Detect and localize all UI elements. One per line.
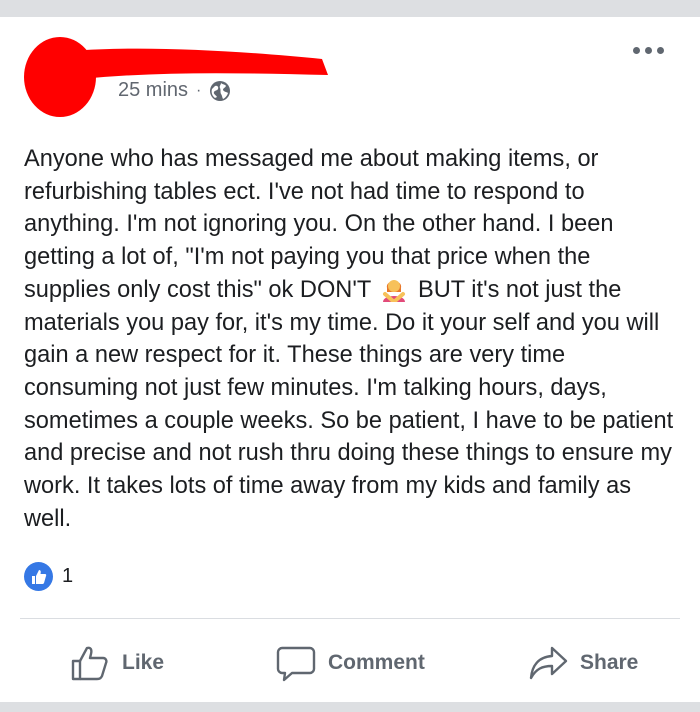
post-card: 25 mins · Anyone who has messaged me abo… [0,17,700,702]
comment-label: Comment [328,651,425,674]
comment-icon [276,646,316,682]
like-button[interactable]: Like [70,635,164,691]
post-meta: 25 mins · [118,79,231,102]
meta-separator: · [196,81,202,99]
reaction-count: 1 [62,565,74,587]
reaction-summary[interactable]: 1 [24,562,73,591]
more-options-button[interactable] [633,47,664,54]
redacted-profile [24,37,328,117]
comment-button[interactable]: Comment [276,635,425,691]
share-icon [529,646,568,680]
divider [20,618,680,619]
more-dot-icon [657,47,664,54]
woman-gesturing-no-emoji-icon [383,279,406,302]
like-reaction-icon [24,562,53,591]
more-dot-icon [645,47,652,54]
post-body: Anyone who has messaged me about making … [24,143,674,535]
more-dot-icon [633,47,640,54]
like-label: Like [122,651,165,674]
share-button[interactable]: Share [528,635,638,691]
post-text-part-2: BUT it's not just the materials you pay … [24,276,680,532]
action-bar: Like Comment Share [0,635,700,691]
globe-icon [210,80,231,101]
share-label: Share [580,651,639,674]
thumbs-up-icon [71,646,108,681]
post-timestamp[interactable]: 25 mins [118,79,188,102]
feed-gap [0,702,700,712]
